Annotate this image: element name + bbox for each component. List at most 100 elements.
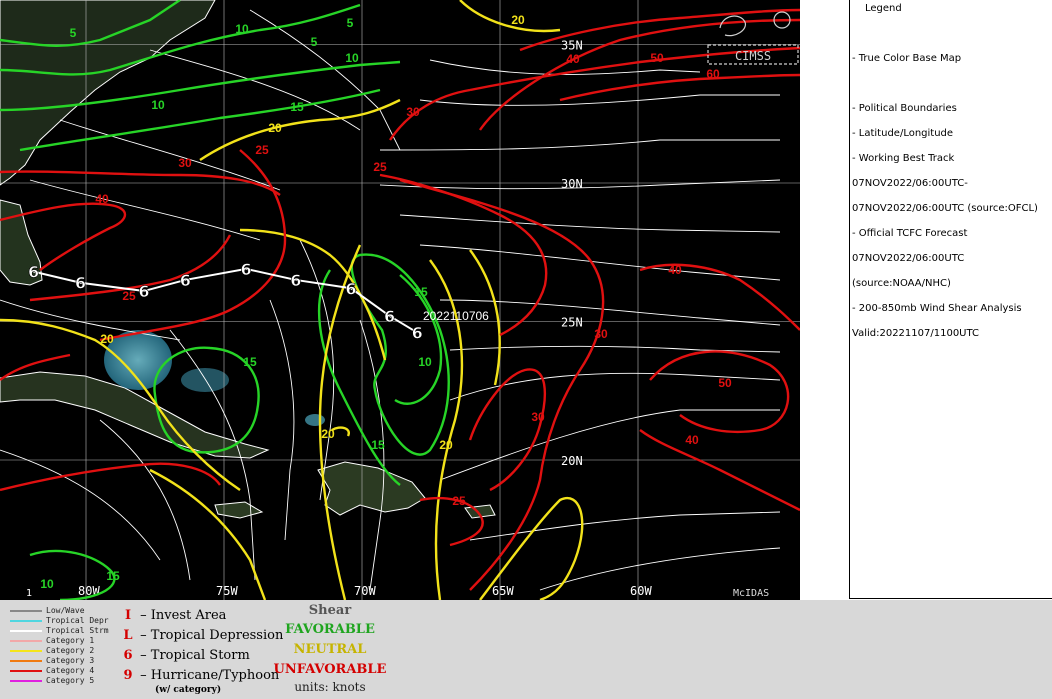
contour-label: 25 <box>122 289 136 303</box>
legend-item: 07NOV2022/06:00UTC- <box>852 178 968 189</box>
track-label: Category 3 <box>46 656 95 665</box>
shear-neutral: NEUTRAL <box>293 642 367 657</box>
legend-item: 07NOV2022/06:00UTC (source:OFCL) <box>852 203 1038 214</box>
symbol-label: – Hurricane/Typhoon <box>140 668 280 683</box>
bahama-banks-2 <box>181 368 229 392</box>
swatch-category-1 <box>10 639 42 642</box>
storm-datetime-label: 2022110706 <box>423 309 489 323</box>
shear-units: units: knots <box>294 680 366 694</box>
legend-panel: Legend - True Color Base Map - Political… <box>849 0 1052 599</box>
symbol-note: (w/ category) <box>155 685 222 695</box>
contour-label: 40 <box>668 263 682 277</box>
legend-item: 07NOV2022/06:00UTC <box>852 253 965 264</box>
contour-label: 10 <box>40 577 54 591</box>
swatch-category-3 <box>10 659 42 662</box>
contour-label: 20 <box>439 438 453 452</box>
track-label: Low/Wave <box>46 606 85 615</box>
track-label: Tropical Strm <box>46 626 109 635</box>
contour-label: 25 <box>452 494 466 508</box>
contour-label: 30 <box>594 327 608 341</box>
symbol-invest: I – Invest Area <box>120 608 226 623</box>
tropical-storm-icon: 6 <box>180 271 191 290</box>
track-line <box>33 267 418 334</box>
track-label: Category 4 <box>46 666 95 675</box>
contour-label: 10 <box>418 355 432 369</box>
contour-label: 40 <box>685 433 699 447</box>
legend-item: - Political Boundaries <box>852 103 957 114</box>
legend-item: (source:NOAA/NHC) <box>852 278 951 289</box>
contour-label: 20 <box>321 427 335 441</box>
logo-text: CIMSS <box>735 49 771 63</box>
track-key-row: Category 2 <box>10 646 94 655</box>
shear-map[interactable]: 35N 30N 25N 20N 80W 75W 70W 65W 60W 6 6 … <box>0 0 800 600</box>
swatch-category-4 <box>10 669 42 672</box>
grid-label: 30N <box>561 177 583 191</box>
lat-lon-grid <box>0 0 800 600</box>
legend-title: Legend <box>865 3 902 14</box>
contour-label: 25 <box>255 143 269 157</box>
swatch-low-wave <box>10 609 42 612</box>
tropical-storm-icon: 6 <box>290 271 301 290</box>
symbol-storm: 6 – Tropical Storm <box>120 648 250 663</box>
tropical-storm-icon: 6 <box>345 279 356 298</box>
track-key-row: Category 3 <box>10 656 94 665</box>
tropical-storm-icon: 6 <box>412 324 423 343</box>
legend-item: Valid:20221107/1100UTC <box>852 328 980 339</box>
invest-icon: I <box>124 608 132 623</box>
track-key-row: Tropical Depr <box>10 616 109 625</box>
contour-label: 50 <box>718 376 732 390</box>
contour-label: 30 <box>406 105 420 119</box>
tropical-storm-icon: 6 <box>28 263 39 282</box>
symbol-label: – Tropical Depression <box>140 628 284 643</box>
track-label: Category 1 <box>46 636 95 645</box>
contour-label: 5 <box>347 16 354 30</box>
contour-label: 5 <box>70 26 77 40</box>
contour-label: 10 <box>151 98 165 112</box>
shear-unfavorable: UNFAVORABLE <box>273 662 387 677</box>
contour-label: 15 <box>243 355 257 369</box>
contour-label: 15 <box>414 285 428 299</box>
symbol-depression: L – Tropical Depression <box>120 628 283 643</box>
symbol-label: – Invest Area <box>140 608 227 623</box>
contour-label: 15 <box>371 438 385 452</box>
grid-label: 70W <box>354 584 376 598</box>
bottom-legend: Low/Wave Tropical Depr Tropical Strm Cat… <box>0 600 1052 699</box>
grid-label: 25N <box>561 316 583 330</box>
contour-label: 50 <box>650 51 664 65</box>
contour-label: 15 <box>106 569 120 583</box>
track-label: Category 5 <box>46 676 95 685</box>
mcidas-watermark: McIDAS <box>733 588 769 599</box>
track-key-row: Low/Wave <box>10 606 85 615</box>
contour-label: 15 <box>290 100 304 114</box>
hispaniola-land <box>317 461 426 516</box>
symbol-hurricane: 9 – Hurricane/Typhoon <box>120 668 279 683</box>
legend-item: - Official TCFC Forecast <box>852 228 968 239</box>
track-label: Tropical Depr <box>46 616 109 625</box>
depression-icon: L <box>123 628 133 643</box>
tropical-storm-icon: 6 <box>241 260 252 279</box>
contour-label: 25 <box>373 160 387 174</box>
grid-label: 20N <box>561 454 583 468</box>
caicos-banks <box>305 414 325 426</box>
track-key-row: Category 1 <box>10 636 94 645</box>
lat-lon-labels: 35N30N25N20N80W 75W 70W 65W 60W <box>78 39 652 599</box>
grid-label: 65W <box>492 584 514 598</box>
legend-item: - Latitude/Longitude <box>852 128 954 139</box>
swatch-tropical-strm <box>10 629 42 632</box>
contour-label: 40 <box>95 192 109 206</box>
contour-label: 10 <box>345 51 359 65</box>
symbol-label: – Tropical Storm <box>140 648 250 663</box>
grid-label: 60W <box>630 584 652 598</box>
grid-label: 35N <box>561 39 583 53</box>
tropical-storm-icon: 6 <box>138 282 149 301</box>
hurricane-icon: 9 <box>123 668 133 683</box>
frame-number: 1 <box>26 588 32 599</box>
legend-item: - 200-850mb Wind Shear Analysis <box>852 303 1022 314</box>
swatch-category-5 <box>10 679 42 682</box>
contour-label: 40 <box>566 52 580 66</box>
tropical-storm-icon: 6 <box>384 307 395 326</box>
contour-label: 10 <box>235 22 249 36</box>
contour-label: 20 <box>268 121 282 135</box>
contour-label: 60 <box>706 67 720 81</box>
track-label: Category 2 <box>46 646 95 655</box>
